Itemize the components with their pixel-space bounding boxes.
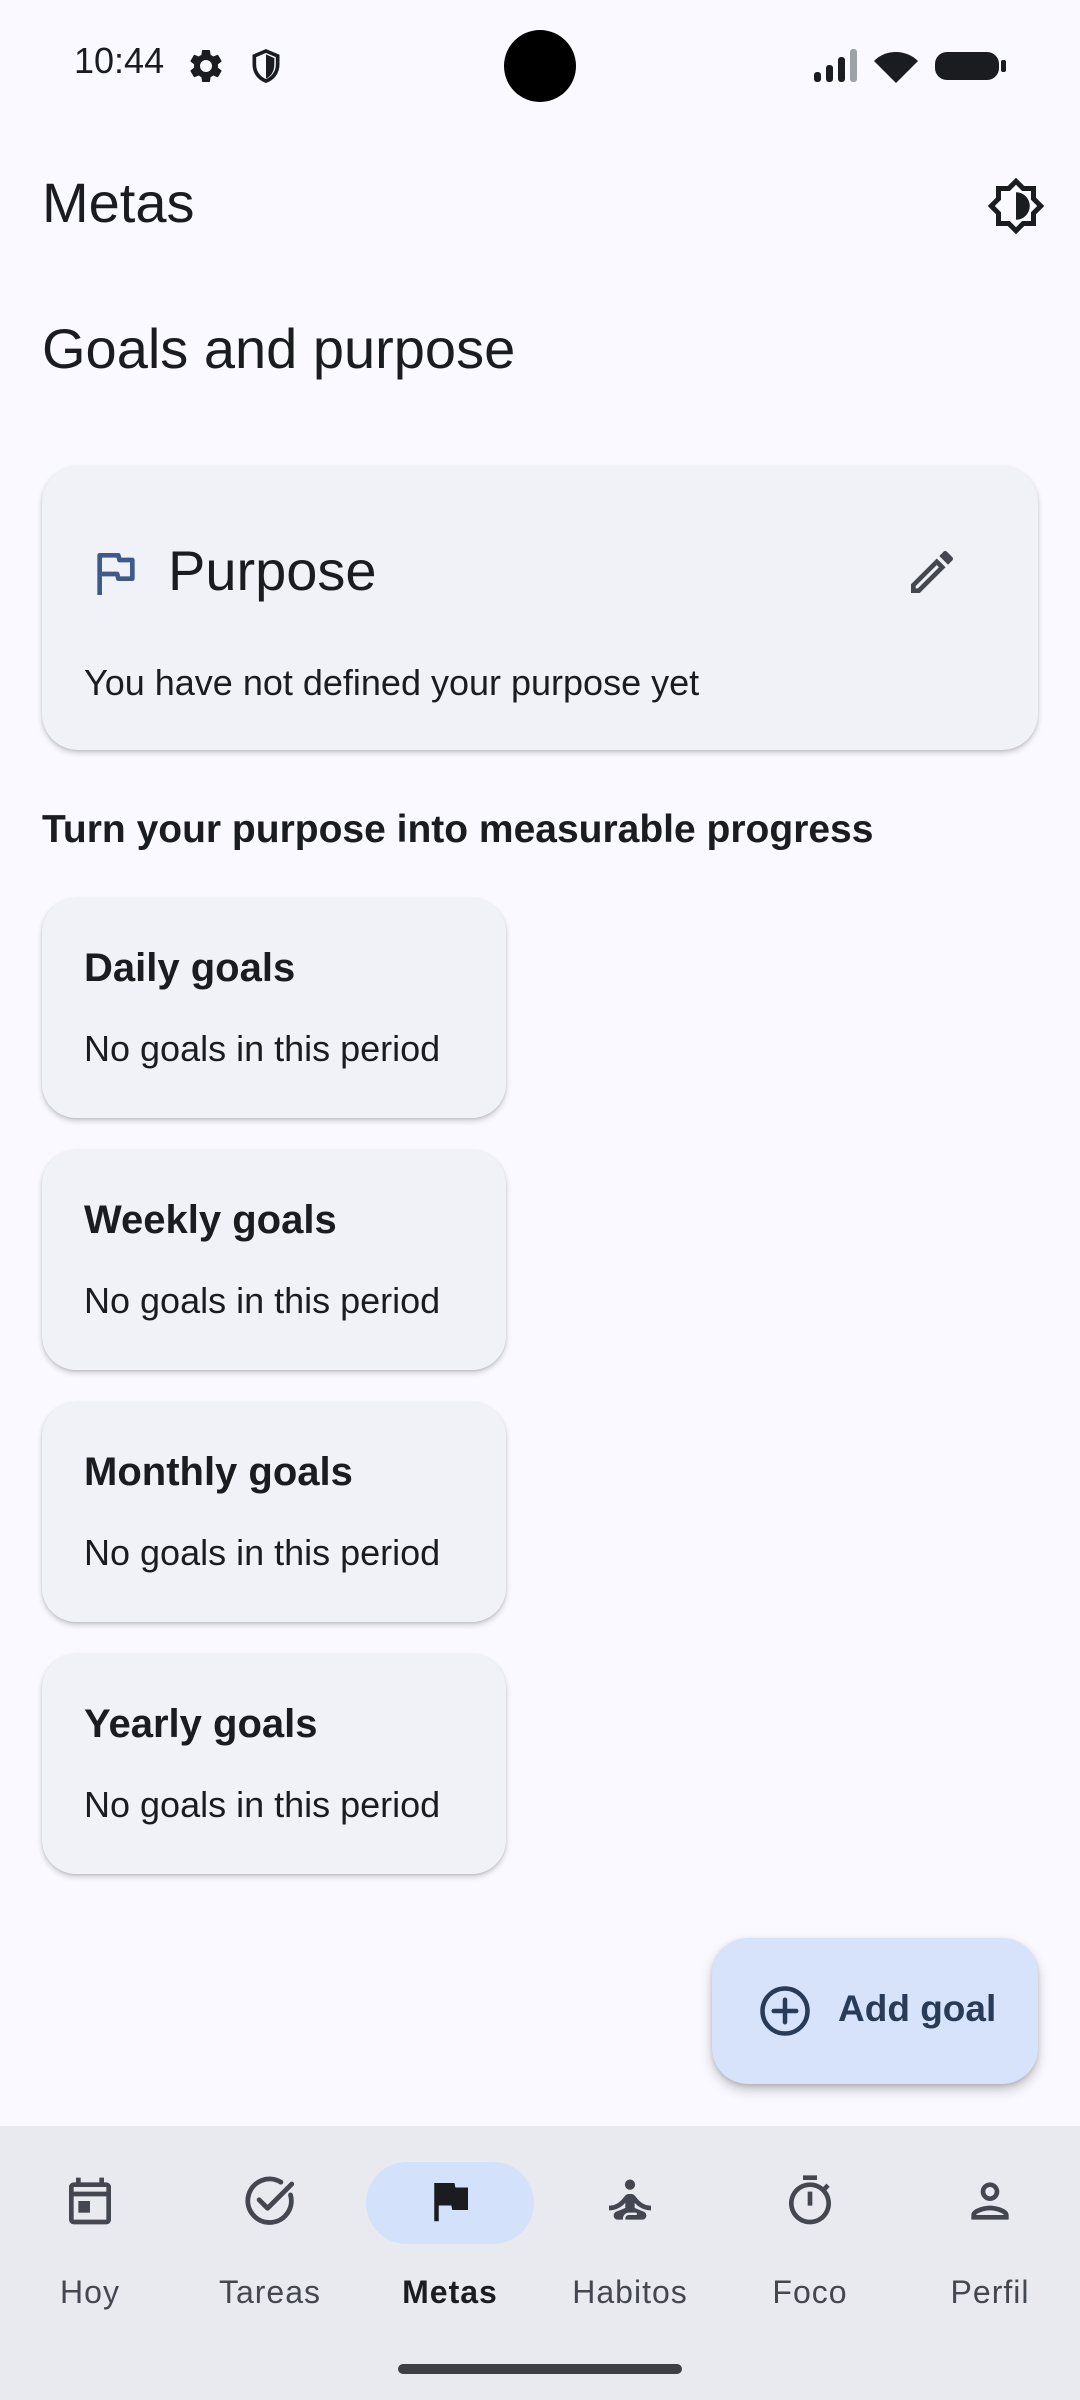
home-indicator[interactable] (398, 2364, 682, 2374)
goal-title: Monthly goals (84, 1450, 353, 1494)
gear-icon (186, 46, 226, 86)
nav-item-habitos[interactable]: Habitos (540, 2126, 720, 2326)
goal-card-monthly[interactable]: Monthly goals No goals in this period (42, 1402, 506, 1622)
add-goal-label: Add goal (838, 1988, 997, 2029)
goal-empty-text: No goals in this period (84, 1280, 441, 1321)
add-circle-icon (758, 1984, 812, 2038)
goal-title: Yearly goals (84, 1702, 318, 1746)
meditation-icon (602, 2173, 658, 2234)
nav-item-hoy[interactable]: Hoy (0, 2126, 180, 2326)
bottom-navigation: Hoy Tareas Metas Habitos Foco Perfil (0, 2126, 1080, 2400)
goals-subheading: Turn your purpose into measurable progre… (42, 808, 874, 851)
goal-empty-text: No goals in this period (84, 1532, 441, 1573)
goal-card-weekly[interactable]: Weekly goals No goals in this period (42, 1150, 506, 1370)
nav-item-perfil[interactable]: Perfil (900, 2126, 1080, 2326)
wifi-icon (872, 46, 920, 86)
flag-outline-icon (88, 546, 144, 602)
edit-purpose-button[interactable] (898, 540, 966, 608)
battery-icon (934, 46, 1008, 86)
app-title: Metas (42, 171, 195, 234)
goal-card-daily[interactable]: Daily goals No goals in this period (42, 898, 506, 1118)
goal-empty-text: No goals in this period (84, 1784, 441, 1825)
nav-label: Tareas (218, 2274, 322, 2310)
goal-empty-text: No goals in this period (84, 1028, 441, 1069)
nav-label: Habitos (572, 2274, 688, 2310)
theme-toggle-button[interactable] (980, 172, 1052, 244)
brightness-icon (986, 176, 1046, 241)
nav-active-indicator (366, 2162, 534, 2244)
page-heading: Goals and purpose (42, 317, 516, 380)
timer-icon (782, 2173, 838, 2234)
signal-icon (812, 46, 862, 86)
nav-label: Foco (772, 2274, 848, 2310)
purpose-text: You have not defined your purpose yet (84, 662, 700, 703)
nav-label: Metas (402, 2274, 498, 2310)
person-icon (962, 2173, 1018, 2234)
nav-item-tareas[interactable]: Tareas (180, 2126, 360, 2326)
status-time: 10:44 (74, 40, 165, 81)
pencil-icon (904, 544, 960, 605)
purpose-card: Purpose You have not defined your purpos… (42, 466, 1038, 750)
nav-item-metas[interactable]: Metas (360, 2126, 540, 2326)
check-circle-icon (241, 2172, 299, 2235)
purpose-title: Purpose (168, 539, 377, 602)
shield-icon (246, 46, 286, 86)
goal-title: Daily goals (84, 946, 296, 990)
goal-title: Weekly goals (84, 1198, 337, 1242)
nav-label: Hoy (60, 2274, 120, 2310)
nav-label: Perfil (950, 2274, 1030, 2310)
camera-cutout (504, 30, 576, 102)
add-goal-button[interactable]: Add goal (712, 1938, 1038, 2084)
flag-icon (423, 2174, 477, 2233)
goal-card-yearly[interactable]: Yearly goals No goals in this period (42, 1654, 506, 1874)
nav-item-foco[interactable]: Foco (720, 2126, 900, 2326)
calendar-icon (62, 2173, 118, 2234)
status-bar: 10:44 (0, 0, 1080, 132)
